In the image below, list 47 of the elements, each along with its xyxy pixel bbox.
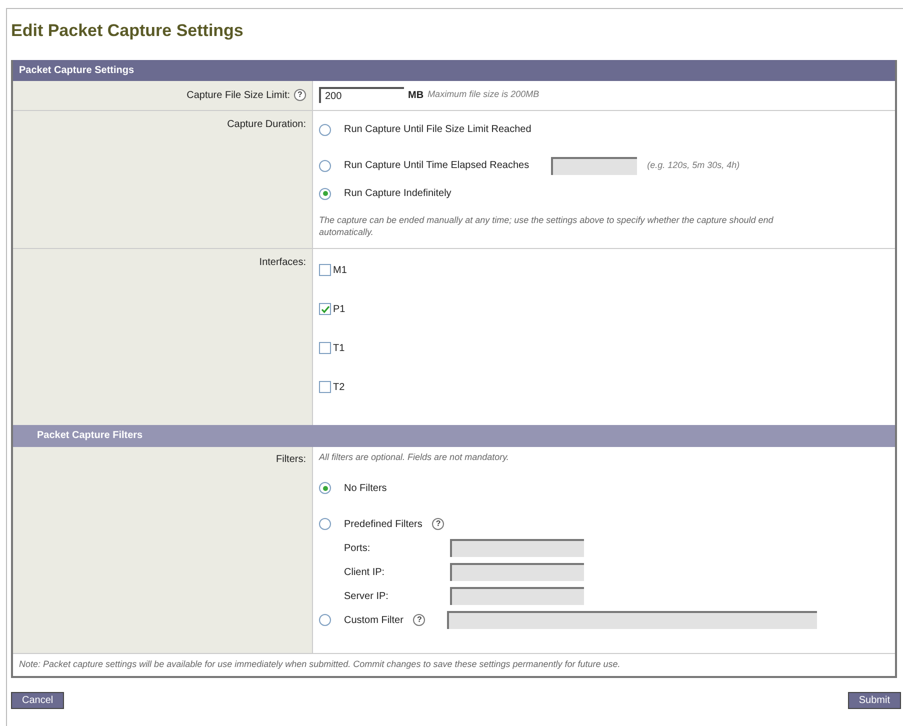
field-label: Capture File Size Limit: <box>186 88 290 102</box>
text-field[interactable] <box>450 539 584 557</box>
radio-button[interactable] <box>319 614 331 626</box>
cancel-button[interactable]: Cancel <box>11 692 64 708</box>
field-label: Filters: <box>276 454 306 464</box>
size-field[interactable]: 200 <box>319 87 404 103</box>
help-icon[interactable]: ? <box>413 614 426 626</box>
page-title: Edit Packet Capture Settings <box>11 20 244 42</box>
help-icon[interactable]: ? <box>294 89 306 101</box>
section-header: Packet Capture Filters <box>37 429 143 443</box>
radio-button[interactable] <box>319 188 331 200</box>
checkbox-label: P1 <box>333 302 346 316</box>
section-header: Packet Capture Settings <box>19 64 134 78</box>
filters-intro: All filters are optional. Fields are not mandatory. <box>319 450 510 464</box>
radio-button[interactable] <box>319 124 331 136</box>
radio-label: Run Capture Until File Size Limit Reached <box>344 123 532 137</box>
radio-label: Run Capture Until Time Elapsed Reaches <box>344 159 530 173</box>
hint-text: Maximum file size is 200MB <box>428 88 540 102</box>
unit-label: MB <box>408 88 424 102</box>
field-label: Server IP: <box>344 590 390 604</box>
field-label: Client IP: <box>344 566 386 580</box>
radio-button[interactable] <box>319 482 331 494</box>
radio-button[interactable] <box>319 160 331 172</box>
checkbox-label: T1 <box>333 342 345 356</box>
help-icon[interactable]: ? <box>432 518 444 530</box>
checkbox-label: T2 <box>333 380 345 394</box>
footer-note: Note: Packet capture settings will be available for use immediately when submitted. Commit changes to save these settings permanently for future use. <box>19 658 620 671</box>
checkbox-label: M1 <box>333 264 347 278</box>
checkbox[interactable] <box>319 264 331 276</box>
text-field[interactable] <box>447 611 818 629</box>
radio-label: No Filters <box>344 482 387 496</box>
field-label: Ports: <box>344 542 372 556</box>
checkbox[interactable] <box>319 303 331 315</box>
text-field[interactable] <box>450 587 584 605</box>
field-label: Interfaces: <box>259 256 306 268</box>
radio-label: Predefined Filters <box>344 518 422 532</box>
text-field[interactable] <box>450 563 584 581</box>
duration-note: The capture can be ended manually at any time; use the settings above to specify whether the capture should end automatically. <box>319 214 774 238</box>
radio-label: Custom Filter <box>344 614 404 628</box>
hint-text: (e.g. 120s, 5m 30s, 4h) <box>647 158 740 172</box>
radio-button[interactable] <box>319 518 331 530</box>
radio-label: Run Capture Indefinitely <box>344 187 452 201</box>
checkbox[interactable] <box>319 381 331 393</box>
submit-button[interactable]: Submit <box>848 692 901 708</box>
field-label: Capture Duration: <box>227 118 306 130</box>
text-field[interactable] <box>551 156 638 174</box>
checkbox[interactable] <box>319 342 331 354</box>
